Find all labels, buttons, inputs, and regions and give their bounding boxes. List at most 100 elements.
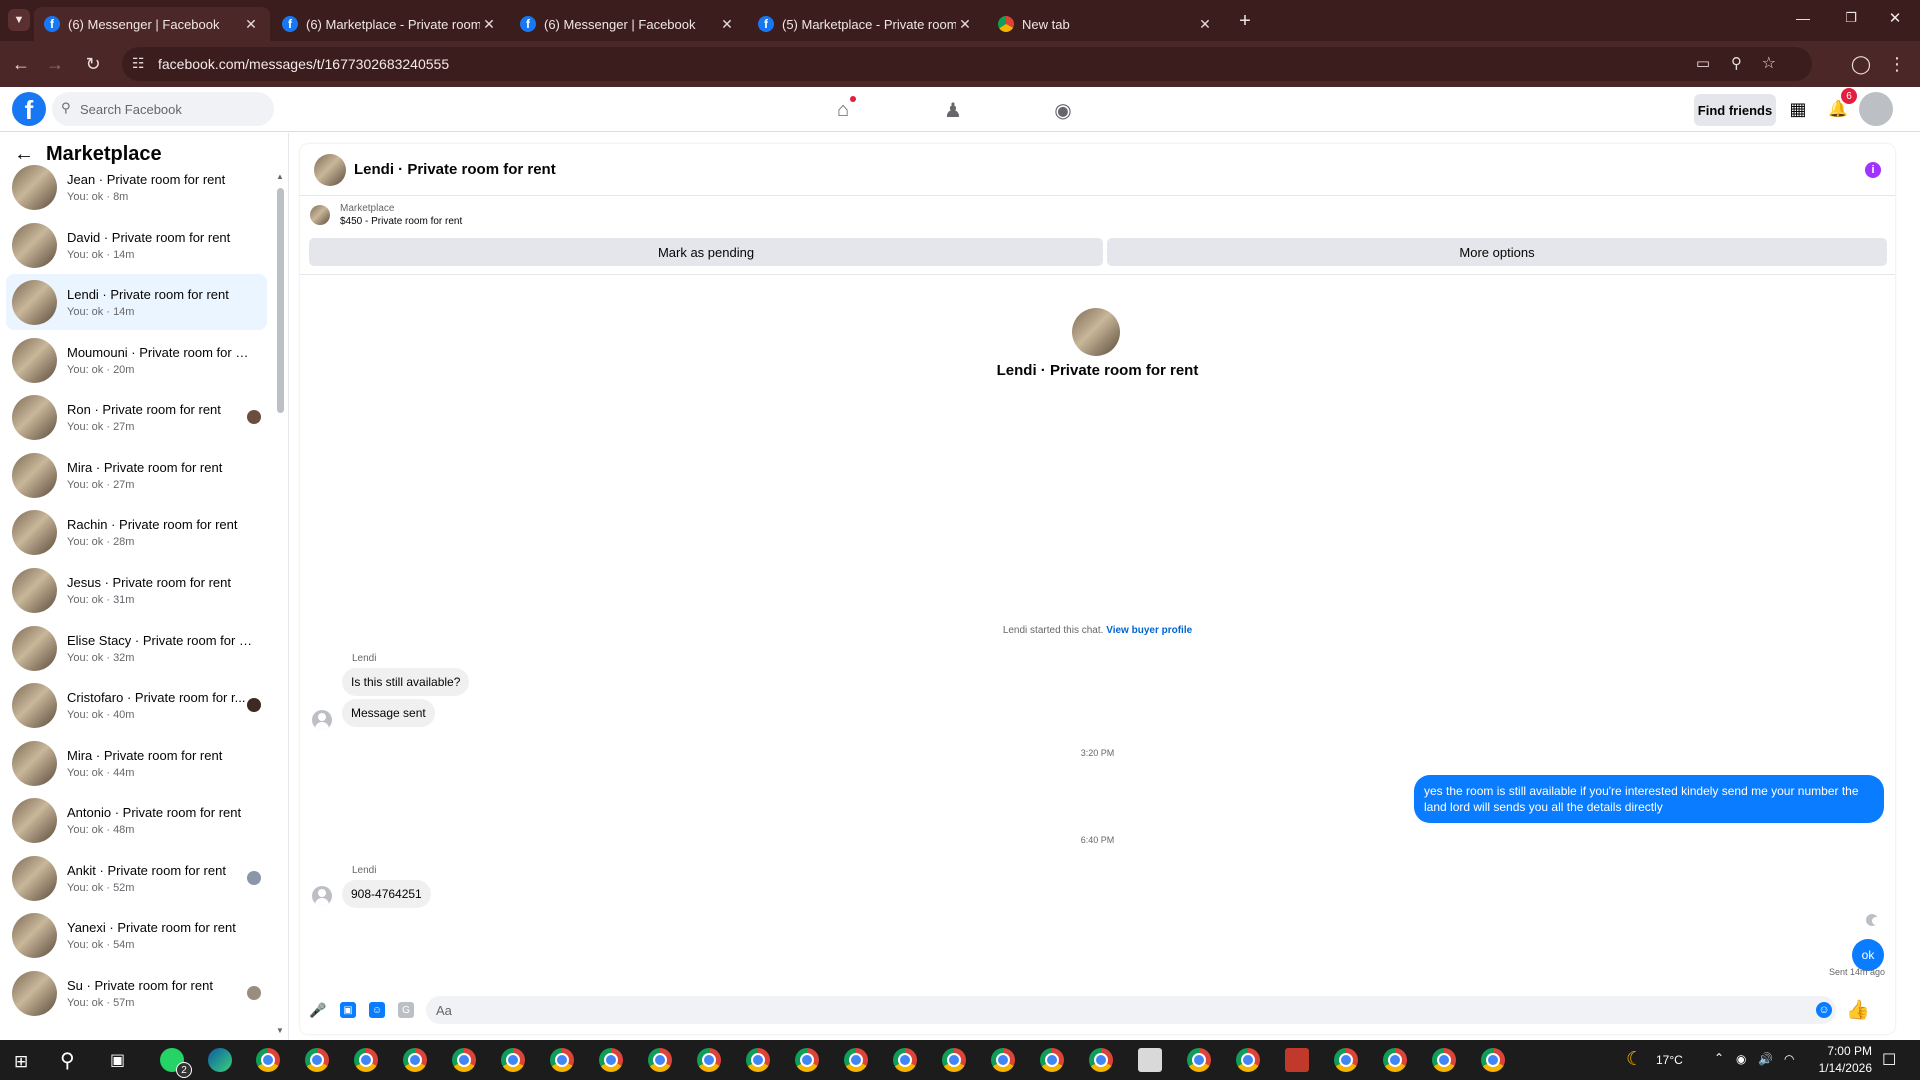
scroll-up-arrow-icon[interactable]: ▲ [276, 172, 284, 181]
chat-item-su[interactable]: Su · Private room for rent You: ok · 57m [6, 965, 267, 1021]
chrome-icon[interactable] [1089, 1048, 1113, 1072]
account-avatar[interactable] [1859, 92, 1893, 126]
chat-item-elise-stacy[interactable]: Elise Stacy · Private room for rent You: … [6, 620, 267, 676]
task-view-icon[interactable]: ▣ [110, 1050, 125, 1070]
sidebar-scrollbar[interactable] [277, 188, 284, 413]
chat-item-mira-2[interactable]: Mira · Private room for rent You: ok · 44… [6, 735, 267, 791]
close-window-icon[interactable]: ✕ [1884, 9, 1906, 31]
emoji-icon[interactable]: ☺ [1816, 1002, 1832, 1018]
chat-item-ankit[interactable]: Ankit · Private room for rent You: ok · 5… [6, 850, 267, 906]
profile-avatar[interactable] [1072, 308, 1120, 356]
microphone-icon[interactable]: 🎤 [309, 1002, 326, 1018]
info-icon[interactable]: i [1865, 162, 1881, 178]
browser-tab-4[interactable]: f (5) Marketplace - Private room ✕ [748, 7, 984, 41]
chrome-icon[interactable] [893, 1048, 917, 1072]
chrome-icon[interactable] [795, 1048, 819, 1072]
conversation-title[interactable]: Lendi · Private room for rent [354, 161, 556, 178]
chrome-icon[interactable] [452, 1048, 476, 1072]
more-options-button[interactable]: More options [1107, 238, 1887, 266]
sticker-icon[interactable]: ☺ [369, 1002, 385, 1018]
message-bubble-incoming[interactable]: Is this still available? [342, 668, 470, 696]
file-explorer-icon[interactable] [1138, 1048, 1162, 1072]
chrome-icon[interactable] [746, 1048, 770, 1072]
chrome-icon[interactable] [1432, 1048, 1456, 1072]
browser-tab-2[interactable]: f (6) Marketplace - Private room ✕ [272, 7, 508, 41]
forward-icon[interactable]: → [42, 51, 68, 77]
zoom-icon[interactable]: ⚲ [1731, 54, 1742, 72]
clock-date[interactable]: 1/14/2026 [1806, 1061, 1872, 1075]
chrome-icon[interactable] [991, 1048, 1015, 1072]
listing-summary[interactable]: Marketplace $450 - Private room for rent [310, 203, 462, 227]
chrome-icon[interactable] [1040, 1048, 1064, 1072]
browser-tab-1[interactable]: f (6) Messenger | Facebook ✕ [34, 7, 270, 41]
site-info-icon[interactable]: ☷ [132, 55, 145, 72]
find-friends-button[interactable]: Find friends [1694, 94, 1776, 126]
message-bubble-outgoing[interactable]: yes the room is still available if you'r… [1414, 775, 1884, 823]
tray-chevron-icon[interactable]: ⌃ [1714, 1051, 1724, 1065]
message-bubble-incoming[interactable]: Message sent [342, 699, 435, 727]
chat-item-jean[interactable]: Jean · Private room for rent You: ok · 8m [6, 159, 267, 215]
temperature[interactable]: 17°C [1656, 1053, 1683, 1067]
avatar[interactable] [314, 153, 346, 186]
chrome-icon[interactable] [697, 1048, 721, 1072]
chat-item-lendi[interactable]: Lendi · Private room for rent You: ok · 1… [6, 274, 267, 330]
chrome-icon[interactable] [256, 1048, 280, 1072]
browser-tab-3[interactable]: f (6) Messenger | Facebook ✕ [510, 7, 746, 41]
home-icon[interactable]: ⌂ [828, 95, 858, 125]
close-tab-icon[interactable]: ✕ [242, 16, 260, 33]
chat-item-jesus[interactable]: Jesus · Private room for rent You: ok · 3… [6, 562, 267, 618]
minimize-icon[interactable]: — [1792, 10, 1814, 32]
close-tab-icon[interactable]: ✕ [956, 16, 974, 33]
search-icon[interactable]: ⚲ [60, 1048, 75, 1073]
chrome-icon[interactable] [501, 1048, 525, 1072]
chat-item-ron[interactable]: Ron · Private room for rent You: ok · 27m [6, 389, 267, 445]
chrome-icon[interactable] [550, 1048, 574, 1072]
chrome-icon[interactable] [403, 1048, 427, 1072]
chat-item-rachin[interactable]: Rachin · Private room for rent You: ok · … [6, 504, 267, 560]
notification-center-icon[interactable]: ☐ [1882, 1050, 1896, 1070]
chrome-icon[interactable] [1481, 1048, 1505, 1072]
address-bar[interactable]: ☷ facebook.com/messages/t/16773026832405… [122, 47, 1812, 81]
message-bubble-incoming[interactable]: 908-4764251 [342, 880, 431, 908]
groups-icon[interactable]: ◉ [1048, 95, 1078, 125]
app-icon[interactable] [1285, 1048, 1309, 1072]
clock-time[interactable]: 7:00 PM [1812, 1044, 1872, 1058]
chat-item-moumouni[interactable]: Moumouni · Private room for re... You: ok… [6, 332, 267, 388]
chat-item-cristofaro[interactable]: Cristofaro · Private room for r... You: o… [6, 677, 267, 733]
thumbs-up-icon[interactable]: 👍 [1846, 998, 1870, 1022]
chat-item-yanexi[interactable]: Yanexi · Private room for rent You: ok · … [6, 907, 267, 963]
edge-icon[interactable] [208, 1048, 232, 1072]
profile-icon[interactable]: ◯ [1848, 51, 1874, 77]
close-tab-icon[interactable]: ✕ [1196, 16, 1214, 33]
view-buyer-profile-link[interactable]: View buyer profile [1106, 625, 1192, 636]
volume-icon[interactable]: 🔊 [1758, 1052, 1773, 1066]
reload-icon[interactable]: ↻ [80, 51, 106, 77]
browser-tab-5[interactable]: New tab ✕ [988, 7, 1224, 41]
tab-list-button[interactable]: ▼ [8, 9, 30, 31]
chat-item-david[interactable]: David · Private room for rent You: ok · 1… [6, 217, 267, 273]
chrome-icon[interactable] [1187, 1048, 1211, 1072]
scroll-down-arrow-icon[interactable]: ▼ [276, 1026, 284, 1035]
camera-icon[interactable]: ◉ [1736, 1052, 1746, 1066]
chrome-icon[interactable] [844, 1048, 868, 1072]
friends-icon[interactable]: ♟ [938, 95, 968, 125]
search-input[interactable]: ⚲ Search Facebook [52, 92, 274, 126]
chrome-icon[interactable] [648, 1048, 672, 1072]
message-input[interactable]: Aa ☺ [426, 996, 1836, 1024]
gif-icon[interactable]: G [398, 1002, 414, 1018]
chrome-icon[interactable] [1236, 1048, 1260, 1072]
chrome-icon[interactable] [942, 1048, 966, 1072]
new-tab-button[interactable]: + [1232, 8, 1258, 34]
close-tab-icon[interactable]: ✕ [718, 16, 736, 33]
photo-icon[interactable]: ▣ [340, 1002, 356, 1018]
windows-start-icon[interactable]: ⊞ [14, 1052, 28, 1072]
mark-as-pending-button[interactable]: Mark as pending [309, 238, 1103, 266]
chrome-icon[interactable] [354, 1048, 378, 1072]
facebook-logo-icon[interactable]: f [12, 92, 46, 126]
menu-dots-icon[interactable]: ⋮ [1884, 51, 1910, 77]
chat-item-antonio[interactable]: Antonio · Private room for rent You: ok ·… [6, 792, 267, 848]
menu-grid-icon[interactable]: ▦ [1781, 92, 1815, 126]
weather-moon-icon[interactable]: ☾ [1626, 1048, 1643, 1071]
back-icon[interactable]: ← [8, 51, 34, 77]
wifi-icon[interactable]: ◠ [1784, 1052, 1794, 1066]
